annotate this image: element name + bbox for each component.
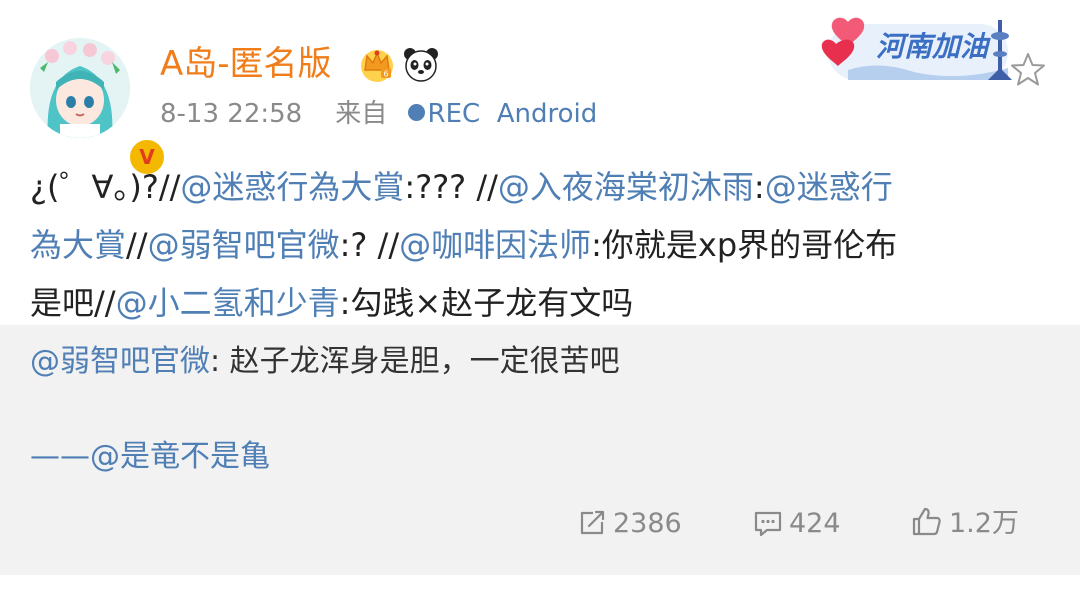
mention-link[interactable]: @入夜海棠初沐雨 xyxy=(498,168,754,206)
post-content: ¿(゜∀。)?//@迷惑行為大賞:??? //@入夜海棠初沐雨:@迷惑行 為大賞… xyxy=(30,158,1060,332)
svg-text:6: 6 xyxy=(383,70,388,79)
quoted-body: : 赵子龙浑身是胆，一定很苦吧 xyxy=(210,344,620,379)
repost-icon xyxy=(580,510,605,535)
quoted-mention[interactable]: @弱智吧官微 xyxy=(30,344,210,379)
content-text: :? // xyxy=(339,226,400,264)
mention-link[interactable]: @迷惑行為大賞 xyxy=(180,168,404,206)
mention-link[interactable]: 為大賞 xyxy=(30,226,126,264)
content-line: 是吧//@小二氢和少青:勾践×赵子龙有文吗 xyxy=(30,274,1060,332)
source-prefix: 来自 xyxy=(335,99,388,129)
mention-link[interactable]: @咖啡因法师 xyxy=(399,226,591,264)
repost-count: 2386 xyxy=(613,508,682,539)
vip-crown-icon[interactable]: 6 xyxy=(357,44,397,84)
username[interactable]: A岛-匿名版 xyxy=(160,40,332,88)
panda-icon[interactable] xyxy=(401,44,441,84)
content-text: : xyxy=(753,168,765,206)
star-icon[interactable] xyxy=(1008,50,1048,90)
post-meta: 8-13 22:58 来自 REC Android xyxy=(160,96,597,132)
weibo-post: V A岛-匿名版 6 8-13 22:58 来自 REC Android 河南加… xyxy=(0,0,1080,325)
quoted-text[interactable]: @弱智吧官微: 赵子龙浑身是胆，一定很苦吧 xyxy=(30,340,620,384)
mention-link[interactable]: @迷惑行 xyxy=(765,168,893,206)
content-text: :勾践×赵子龙有文吗 xyxy=(339,284,634,322)
quoted-signature[interactable]: ——@是竜不是亀 xyxy=(30,435,270,479)
avatar[interactable]: V xyxy=(30,38,167,177)
avatar-image xyxy=(30,38,130,138)
content-line: 為大賞//@弱智吧官微:? //@咖啡因法师:你就是xp界的哥伦布 xyxy=(30,216,1060,274)
comment-button[interactable]: 424 xyxy=(753,504,841,544)
like-count: 1.2万 xyxy=(949,508,1019,539)
content-text: 是吧// xyxy=(30,284,116,322)
content-text: :你就是xp界的哥伦布 xyxy=(591,226,898,264)
mention-link[interactable]: @小二氢和少青 xyxy=(116,284,340,322)
content-text: :??? // xyxy=(404,168,498,206)
content-text: ¿(゜∀。)?// xyxy=(30,168,181,206)
repost-button[interactable]: 2386 xyxy=(577,504,682,544)
like-icon xyxy=(912,507,941,536)
content-line: ¿(゜∀。)?//@迷惑行為大賞:??? //@入夜海棠初沐雨:@迷惑行 xyxy=(30,158,1060,216)
mention-link[interactable]: @弱智吧官微 xyxy=(148,226,340,264)
source-app[interactable]: REC Android xyxy=(428,99,598,129)
post-timestamp: 8-13 22:58 xyxy=(160,99,303,129)
comment-count: 424 xyxy=(789,508,841,539)
comment-icon xyxy=(754,511,782,537)
source-dot-icon xyxy=(407,104,425,121)
content-text: // xyxy=(126,226,148,264)
badge-text: 河南加油 xyxy=(876,30,991,63)
like-button[interactable]: 1.2万 xyxy=(911,504,1019,544)
